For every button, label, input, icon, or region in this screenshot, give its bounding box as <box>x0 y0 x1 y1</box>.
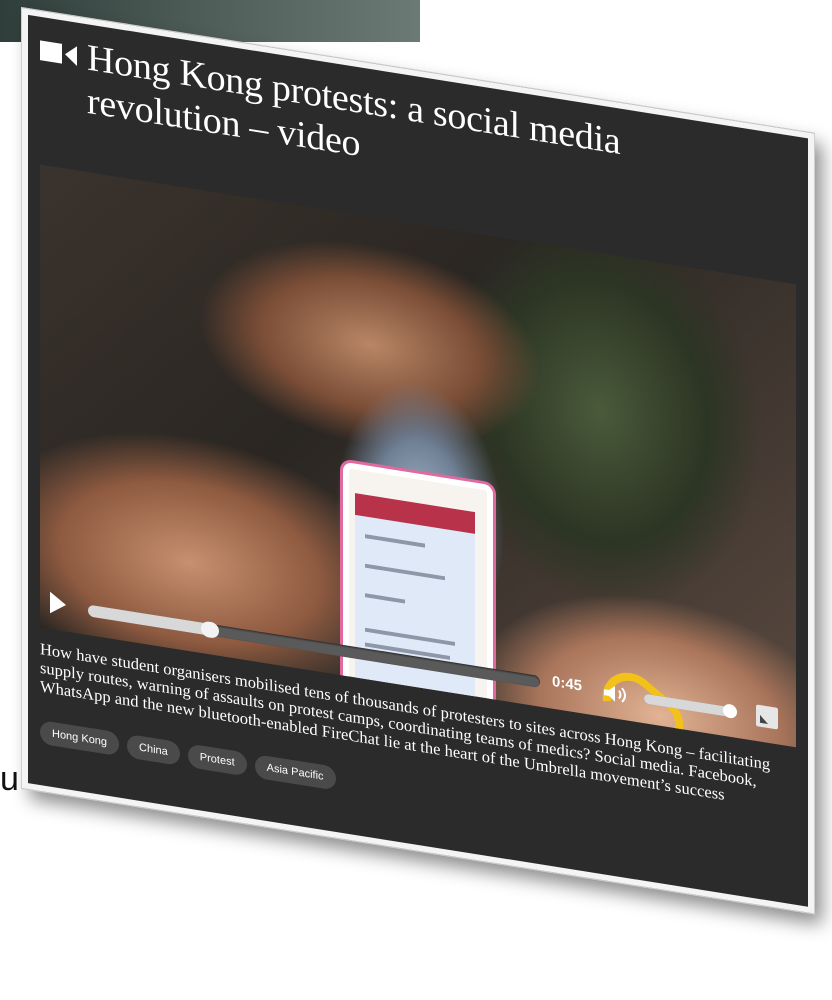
volume-icon[interactable] <box>602 681 632 707</box>
tag-protest[interactable]: Protest <box>187 743 247 777</box>
tag-asia-pacific[interactable]: Asia Pacific <box>254 754 336 791</box>
volume-handle[interactable] <box>722 703 737 720</box>
time-display: 0:45 <box>552 673 583 695</box>
volume-slider[interactable] <box>644 693 737 720</box>
tag-china[interactable]: China <box>127 733 180 766</box>
progress-handle[interactable] <box>201 620 220 640</box>
tag-hong-kong[interactable]: Hong Kong <box>40 720 120 757</box>
progress-fill <box>88 604 211 636</box>
video-article-card: Hong Kong protests: a social media revol… <box>22 8 814 914</box>
fullscreen-icon[interactable] <box>756 704 778 730</box>
play-icon[interactable] <box>50 591 66 616</box>
card-wrapper: Hong Kong protests: a social media revol… <box>0 0 832 1000</box>
video-camera-icon <box>40 40 77 66</box>
volume-fill <box>644 693 730 717</box>
